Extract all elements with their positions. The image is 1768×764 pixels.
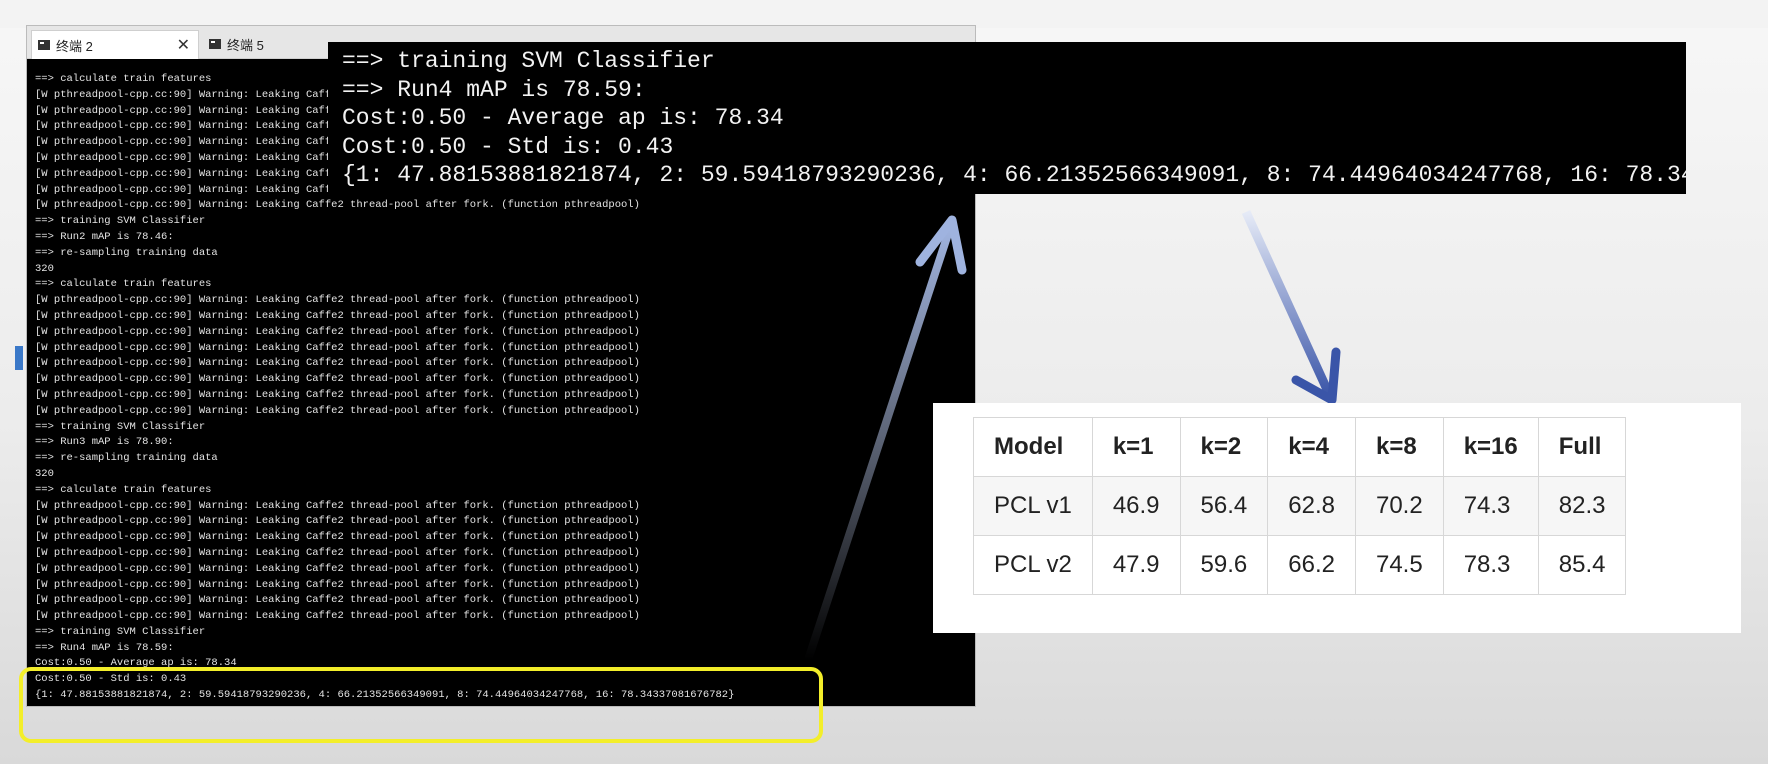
table-body: PCL v1 46.9 56.4 62.8 70.2 74.3 82.3 PCL v2 47.9… [973, 476, 1627, 595]
terminal-line: ==> calculate train features [35, 483, 212, 496]
terminal-line: [W pthreadpool-cpp.cc:90] Warning: Leaki… [35, 562, 640, 575]
table-cell: 78.3 [1442, 535, 1539, 595]
table-cell: 62.8 [1267, 476, 1356, 536]
terminal-line: [W pthreadpool-cpp.cc:90] Warning: Leaki… [35, 294, 640, 307]
tab-terminal-2[interactable]: 终端 2 ✕ [31, 30, 199, 59]
arrow-down-icon [1241, 210, 1341, 405]
close-icon[interactable]: ✕ [177, 35, 190, 55]
results-table-card: Model k=1 k=2 k=4 k=8 k=16 Full PCL v1 46.9 56.4… [933, 403, 1741, 633]
terminal-line: [W pthreadpool-cpp.cc:90] Warning: Leaki… [35, 404, 640, 417]
table-header-cell: k=16 [1442, 417, 1539, 477]
terminal-line: [W pthreadpool-cpp.cc:90] Warning: Leaki… [35, 578, 640, 591]
zoom-line: Cost:0.50 - Std is: 0.43 [342, 133, 674, 160]
table-row: PCL v1 46.9 56.4 62.8 70.2 74.3 82.3 [973, 476, 1627, 536]
table-header-cell: Model [973, 417, 1093, 477]
tab-label: 终端 5 [227, 37, 264, 53]
table-cell: 74.5 [1354, 535, 1444, 595]
terminal-icon [38, 40, 50, 50]
terminal-line: ==> training SVM Classifier [35, 420, 206, 433]
terminal-line: [W pthreadpool-cpp.cc:90] Warning: Leaki… [35, 373, 640, 386]
table-cell: 85.4 [1537, 535, 1627, 595]
highlight-box [19, 667, 823, 743]
terminal-line: 320 [35, 467, 54, 480]
table-row: PCL v2 47.9 59.6 66.2 74.5 78.3 85.4 [973, 535, 1627, 595]
terminal-line: 320 [35, 262, 54, 275]
terminal-line: [W pthreadpool-cpp.cc:90] Warning: Leaki… [35, 515, 640, 528]
terminal-line: [W pthreadpool-cpp.cc:90] Warning: Leaki… [35, 531, 640, 544]
zoomed-output-callout: ==> training SVM Classifier ==> Run4 mAP … [328, 42, 1686, 194]
terminal-line: [W pthreadpool-cpp.cc:90] Warning: Leaki… [35, 199, 640, 212]
terminal-line: ==> re-sampling training data [35, 452, 218, 465]
terminal-line: ==> Run2 mAP is 78.46: [35, 230, 174, 243]
terminal-line: [W pthreadpool-cpp.cc:90] Warning: Leaki… [35, 325, 640, 338]
table-header-cell: k=4 [1267, 417, 1356, 477]
tab-terminal-5[interactable]: 终端 5 [203, 30, 323, 58]
terminal-line: ==> Run3 mAP is 78.90: [35, 436, 174, 449]
table-cell: 47.9 [1091, 535, 1181, 595]
terminal-line: ==> training SVM Classifier [35, 625, 206, 638]
table-cell: 66.2 [1267, 535, 1356, 595]
slide-accent-mark [15, 346, 23, 370]
results-table: Model k=1 k=2 k=4 k=8 k=16 Full PCL v1 46.9 56.4… [973, 417, 1627, 595]
table-header-cell: k=2 [1179, 417, 1269, 477]
terminal-line: ==> re-sampling training data [35, 246, 218, 259]
slide-top-strip [0, 0, 1768, 28]
table-cell: 59.6 [1179, 535, 1269, 595]
terminal-line: [W pthreadpool-cpp.cc:90] Warning: Leaki… [35, 610, 640, 623]
terminal-line: [W pthreadpool-cpp.cc:90] Warning: Leaki… [35, 388, 640, 401]
zoom-line: {1: 47.88153881821874, 2: 59.59418793290… [342, 162, 1686, 188]
terminal-line: ==> Run4 mAP is 78.59: [35, 641, 174, 654]
terminal-line: [W pthreadpool-cpp.cc:90] Warning: Leaki… [35, 309, 640, 322]
table-header-cell: k=8 [1354, 417, 1444, 477]
table-cell: 56.4 [1179, 476, 1269, 536]
table-cell: PCL v2 [973, 535, 1093, 595]
table-cell: PCL v1 [973, 476, 1093, 536]
terminal-line: [W pthreadpool-cpp.cc:90] Warning: Leaki… [35, 546, 640, 559]
table-cell: 82.3 [1537, 476, 1627, 536]
terminal-line: ==> calculate train features [35, 278, 212, 291]
terminal-icon [209, 39, 221, 49]
terminal-line: [W pthreadpool-cpp.cc:90] Warning: Leaki… [35, 594, 640, 607]
table-header-cell: Full [1537, 417, 1627, 477]
table-header-row: Model k=1 k=2 k=4 k=8 k=16 Full [973, 417, 1627, 477]
zoom-line: ==> Run4 mAP is 78.59: [342, 76, 646, 103]
zoom-line: Cost:0.50 - Average ap is: 78.34 [342, 105, 784, 131]
table-cell: 74.3 [1442, 476, 1539, 536]
terminal-line: [W pthreadpool-cpp.cc:90] Warning: Leaki… [35, 499, 640, 512]
terminal-line: [W pthreadpool-cpp.cc:90] Warning: Leaki… [35, 357, 640, 370]
zoom-line: ==> training SVM Classifier [342, 48, 715, 74]
terminal-line: ==> training SVM Classifier [35, 215, 206, 228]
terminal-line: [W pthreadpool-cpp.cc:90] Warning: Leaki… [35, 341, 640, 354]
tab-label: 终端 2 [56, 38, 93, 54]
table-header-cell: k=1 [1091, 417, 1181, 477]
table-cell: 70.2 [1354, 476, 1444, 536]
table-cell: 46.9 [1091, 476, 1181, 536]
